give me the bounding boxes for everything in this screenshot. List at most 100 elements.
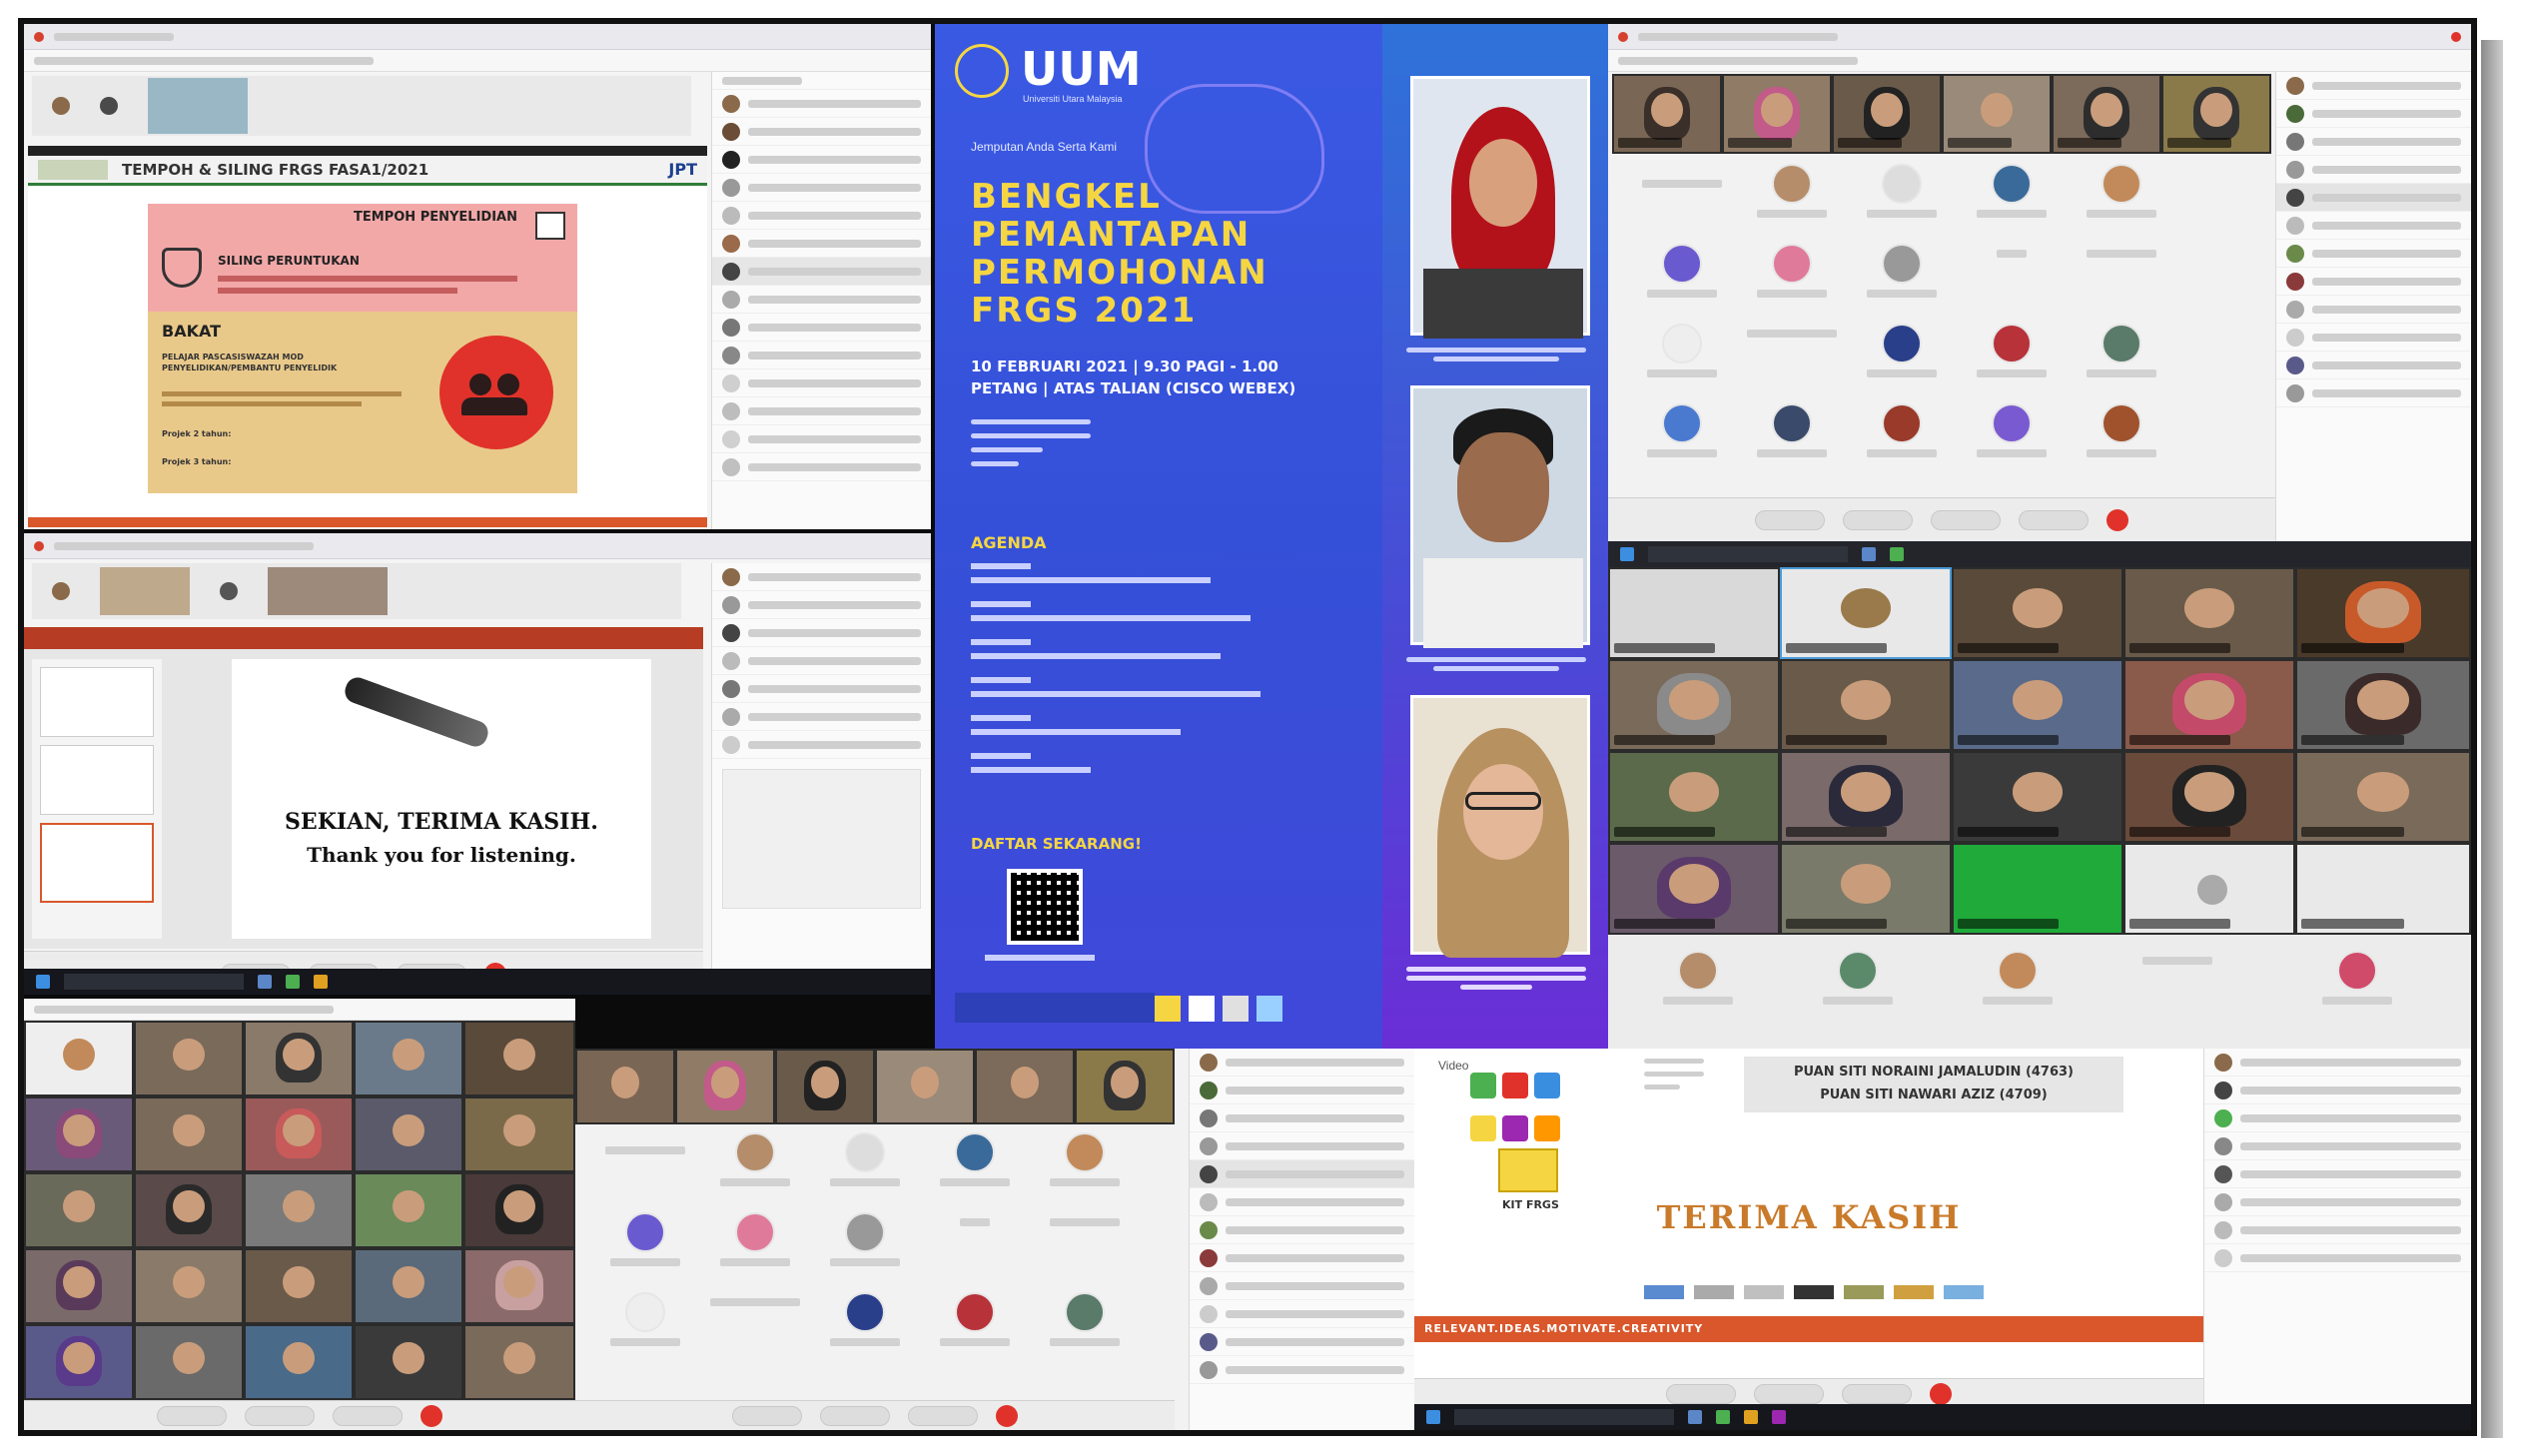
- video-tile[interactable]: [244, 1248, 354, 1324]
- video-tile[interactable]: [24, 1324, 134, 1400]
- taskbar-top[interactable]: [1608, 541, 2471, 567]
- video-tile[interactable]: [244, 1172, 354, 1248]
- video-tile[interactable]: [463, 1172, 575, 1248]
- grid-participant[interactable]: [925, 1292, 1025, 1346]
- windows-start-icon[interactable]: [36, 975, 50, 989]
- participant-row[interactable]: [712, 425, 931, 453]
- video-tile[interactable]: [24, 1021, 134, 1096]
- participant-row[interactable]: [2204, 1077, 2471, 1104]
- participant-row[interactable]: [712, 453, 931, 481]
- participant-row[interactable]: [712, 647, 931, 675]
- participant-row[interactable]: [712, 703, 931, 731]
- grid-participant[interactable]: [1742, 244, 1842, 298]
- mute-button[interactable]: [1666, 1383, 1736, 1404]
- participant-row[interactable]: [712, 258, 931, 286]
- grid-participant[interactable]: [1742, 164, 1842, 218]
- video-tile[interactable]: [354, 1172, 463, 1248]
- video-tile[interactable]: [1612, 74, 1722, 154]
- video-tile[interactable]: [1780, 843, 1952, 935]
- video-tile[interactable]: [1780, 751, 1952, 843]
- grid-participant[interactable]: [1852, 403, 1952, 457]
- meeting-controls[interactable]: [1608, 497, 2275, 541]
- grid-participant[interactable]: [2072, 324, 2171, 377]
- grid-participant[interactable]: [595, 1212, 695, 1266]
- grid-participant[interactable]: [815, 1292, 915, 1346]
- video-tile[interactable]: [575, 1049, 675, 1124]
- video-tile[interactable]: [675, 1049, 775, 1124]
- participant-row[interactable]: [712, 397, 931, 425]
- video-button[interactable]: [1843, 509, 1913, 530]
- participant-row[interactable]: [2276, 184, 2471, 212]
- taskbar-app-icon[interactable]: [1744, 1410, 1758, 1424]
- grid-participant[interactable]: [595, 1292, 695, 1346]
- participant-row[interactable]: [1190, 1077, 1414, 1104]
- video-tile[interactable]: [2161, 74, 2271, 154]
- grid-participant[interactable]: [1632, 174, 1732, 188]
- video-tile[interactable]: [244, 1096, 354, 1172]
- grid-participant[interactable]: [2072, 403, 2171, 457]
- participant-row[interactable]: [712, 619, 931, 647]
- participant-row[interactable]: [2204, 1244, 2471, 1272]
- video-tile[interactable]: [2295, 751, 2471, 843]
- grid-participant[interactable]: [2072, 164, 2171, 218]
- participant-row[interactable]: [1190, 1104, 1414, 1132]
- grid-participant[interactable]: [1968, 951, 2068, 1005]
- participant-row[interactable]: [1190, 1049, 1414, 1077]
- grid-participant[interactable]: [1962, 324, 2062, 377]
- grid-participant[interactable]: [1962, 403, 2062, 457]
- grid-participant[interactable]: [1852, 164, 1952, 218]
- grid-participant[interactable]: [2072, 244, 2171, 258]
- video-tile[interactable]: [2052, 74, 2161, 154]
- video-tile[interactable]: [1780, 659, 1952, 751]
- chat-panel[interactable]: [722, 769, 921, 909]
- meeting-controls[interactable]: [575, 1400, 1175, 1430]
- participant-row[interactable]: [2276, 324, 2471, 352]
- participant-row[interactable]: [2276, 156, 2471, 184]
- video-tile[interactable]: [2123, 659, 2295, 751]
- grid-participant[interactable]: [1808, 951, 1908, 1005]
- grid-participant[interactable]: [1035, 1212, 1135, 1226]
- participant-row[interactable]: [1190, 1328, 1414, 1356]
- grid-participant[interactable]: [705, 1212, 805, 1266]
- taskbar-search[interactable]: [64, 974, 244, 990]
- participants-panel[interactable]: [711, 563, 931, 995]
- participant-row[interactable]: [712, 314, 931, 342]
- video-tile[interactable]: [244, 1324, 354, 1400]
- video-tile[interactable]: [244, 1021, 354, 1096]
- end-call-button[interactable]: [2106, 508, 2128, 531]
- grid-participant[interactable]: [595, 1140, 695, 1154]
- participants-panel[interactable]: [711, 72, 931, 529]
- grid-participant[interactable]: [2127, 951, 2227, 965]
- more-button[interactable]: [2019, 509, 2089, 530]
- taskbar-search[interactable]: [1454, 1409, 1674, 1425]
- taskbar-app-icon[interactable]: [1772, 1410, 1786, 1424]
- video-tile[interactable]: [775, 1049, 875, 1124]
- taskbar-app-icon[interactable]: [1862, 547, 1876, 561]
- video-tile[interactable]: [2123, 751, 2295, 843]
- menu-bar[interactable]: [24, 999, 575, 1021]
- video-button[interactable]: [820, 1405, 890, 1426]
- grid-participant[interactable]: [705, 1292, 805, 1306]
- grid-participant[interactable]: [2307, 951, 2407, 1005]
- thumbnail-strip[interactable]: [32, 76, 691, 136]
- taskbar-app-icon[interactable]: [1688, 1410, 1702, 1424]
- meeting-controls[interactable]: [24, 1400, 575, 1430]
- participant-row[interactable]: [2204, 1160, 2471, 1188]
- taskbar-app-icon[interactable]: [1890, 547, 1904, 561]
- grid-participant[interactable]: [1035, 1292, 1135, 1346]
- participant-row[interactable]: [2276, 296, 2471, 324]
- video-tile[interactable]: [1608, 843, 1780, 935]
- grid-participant[interactable]: [1962, 164, 2062, 218]
- video-tile[interactable]: [1780, 567, 1952, 659]
- participant-row[interactable]: [2204, 1132, 2471, 1160]
- participant-row[interactable]: [1190, 1356, 1414, 1384]
- grid-participant[interactable]: [1632, 403, 1732, 457]
- grid-participant[interactable]: [1742, 324, 1842, 338]
- windows-start-icon[interactable]: [1620, 547, 1634, 561]
- video-tile[interactable]: [1952, 751, 2123, 843]
- participants-panel[interactable]: [1189, 1049, 1414, 1430]
- participant-row[interactable]: [1190, 1300, 1414, 1328]
- participant-row[interactable]: [712, 202, 931, 230]
- video-tile[interactable]: [463, 1096, 575, 1172]
- video-tile[interactable]: [354, 1096, 463, 1172]
